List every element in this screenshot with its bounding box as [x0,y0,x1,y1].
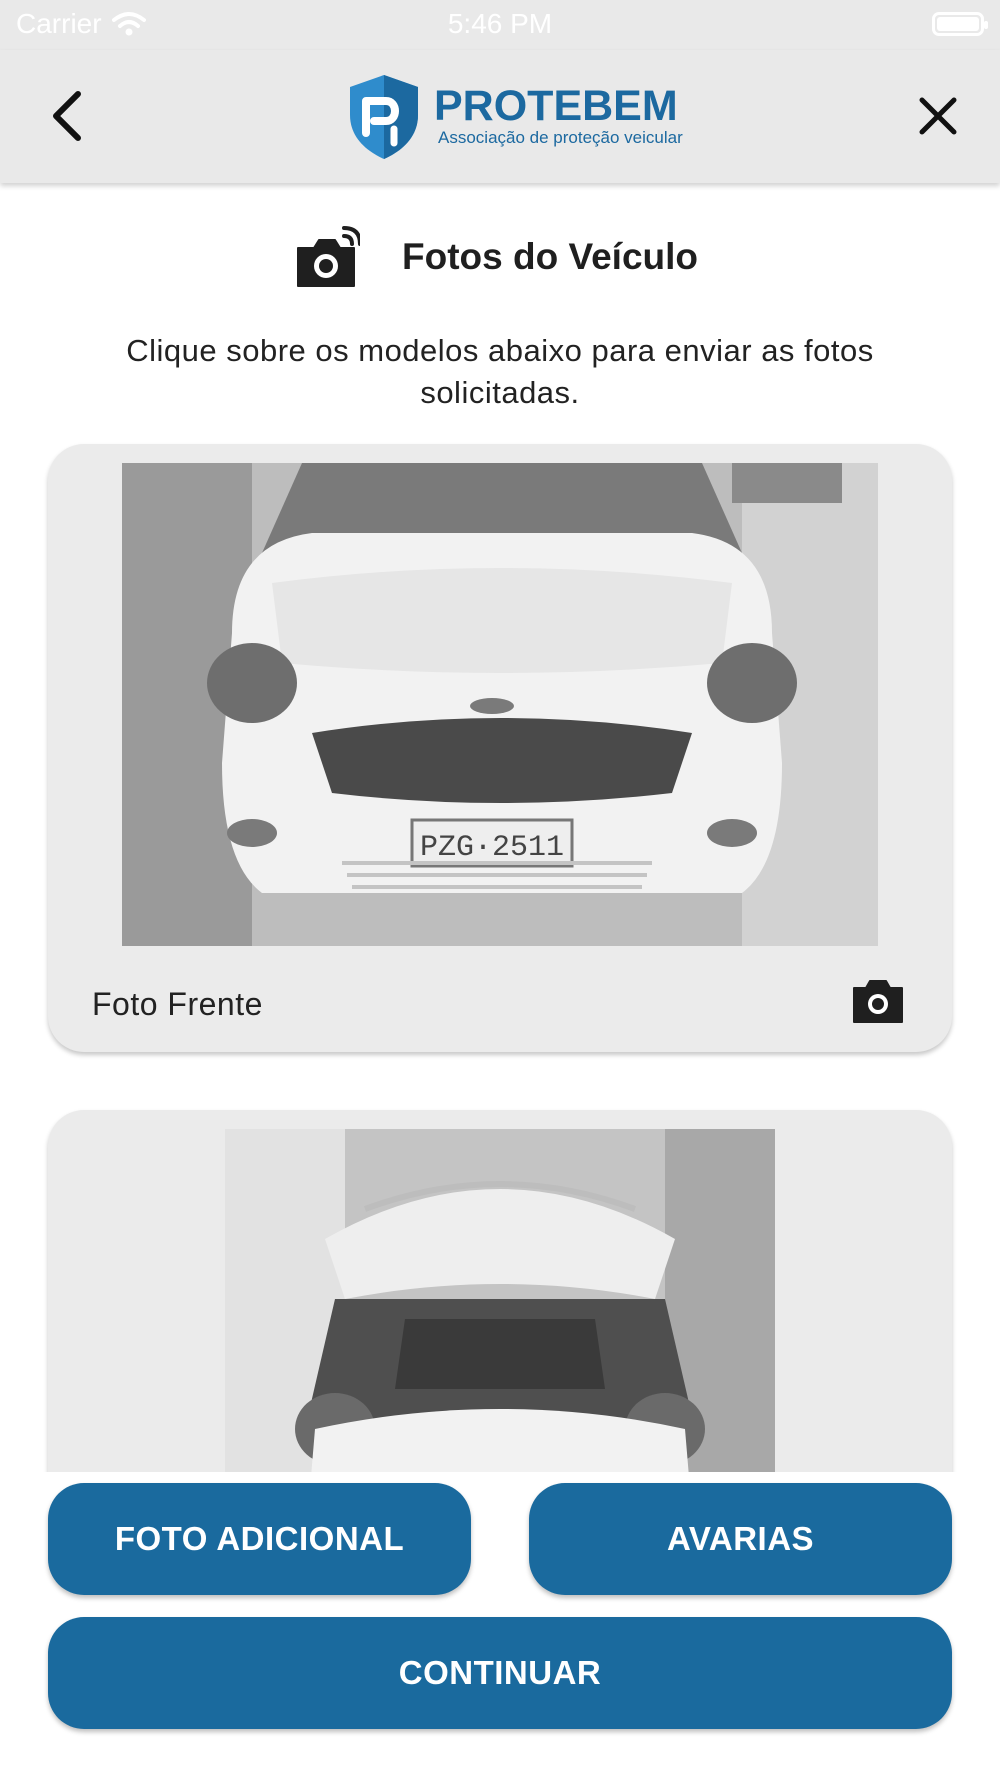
damages-button[interactable]: AVARIAS [529,1483,952,1595]
logo-tagline: Associação de proteção veicular [438,128,683,147]
camera-wireless-icon [297,226,360,287]
status-bar: Carrier 5:46 PM [0,0,1000,50]
app-logo: PROTEBEM Associação de proteção veicular [346,70,683,162]
photo-card-front[interactable]: PZG·2511 Foto Frente [48,444,952,1052]
photo-card-label: Foto Frente [92,986,263,1022]
license-plate: PZG·2511 [420,831,564,865]
back-button[interactable] [40,84,100,148]
section-header: Fotos do Veículo [0,222,1000,294]
shield-logo-icon [350,75,418,159]
battery-icon [932,12,988,36]
camera-icon[interactable] [852,978,904,1024]
chevron-left-icon [53,91,81,141]
continue-button[interactable]: CONTINUAR [48,1617,952,1729]
navigation-bar: PROTEBEM Associação de proteção veicular [0,50,1000,183]
close-button[interactable] [908,86,968,146]
additional-photo-button[interactable]: FOTO ADICIONAL [48,1483,471,1595]
page-title: Fotos do Veículo [402,236,699,277]
close-icon [919,97,957,135]
front-photo-sample: PZG·2511 [122,463,878,946]
clock: 5:46 PM [447,8,553,39]
instructions-text: Clique sobre os modelos abaixo para envi… [126,333,874,410]
logo-brand: PROTEBEM [434,82,678,130]
